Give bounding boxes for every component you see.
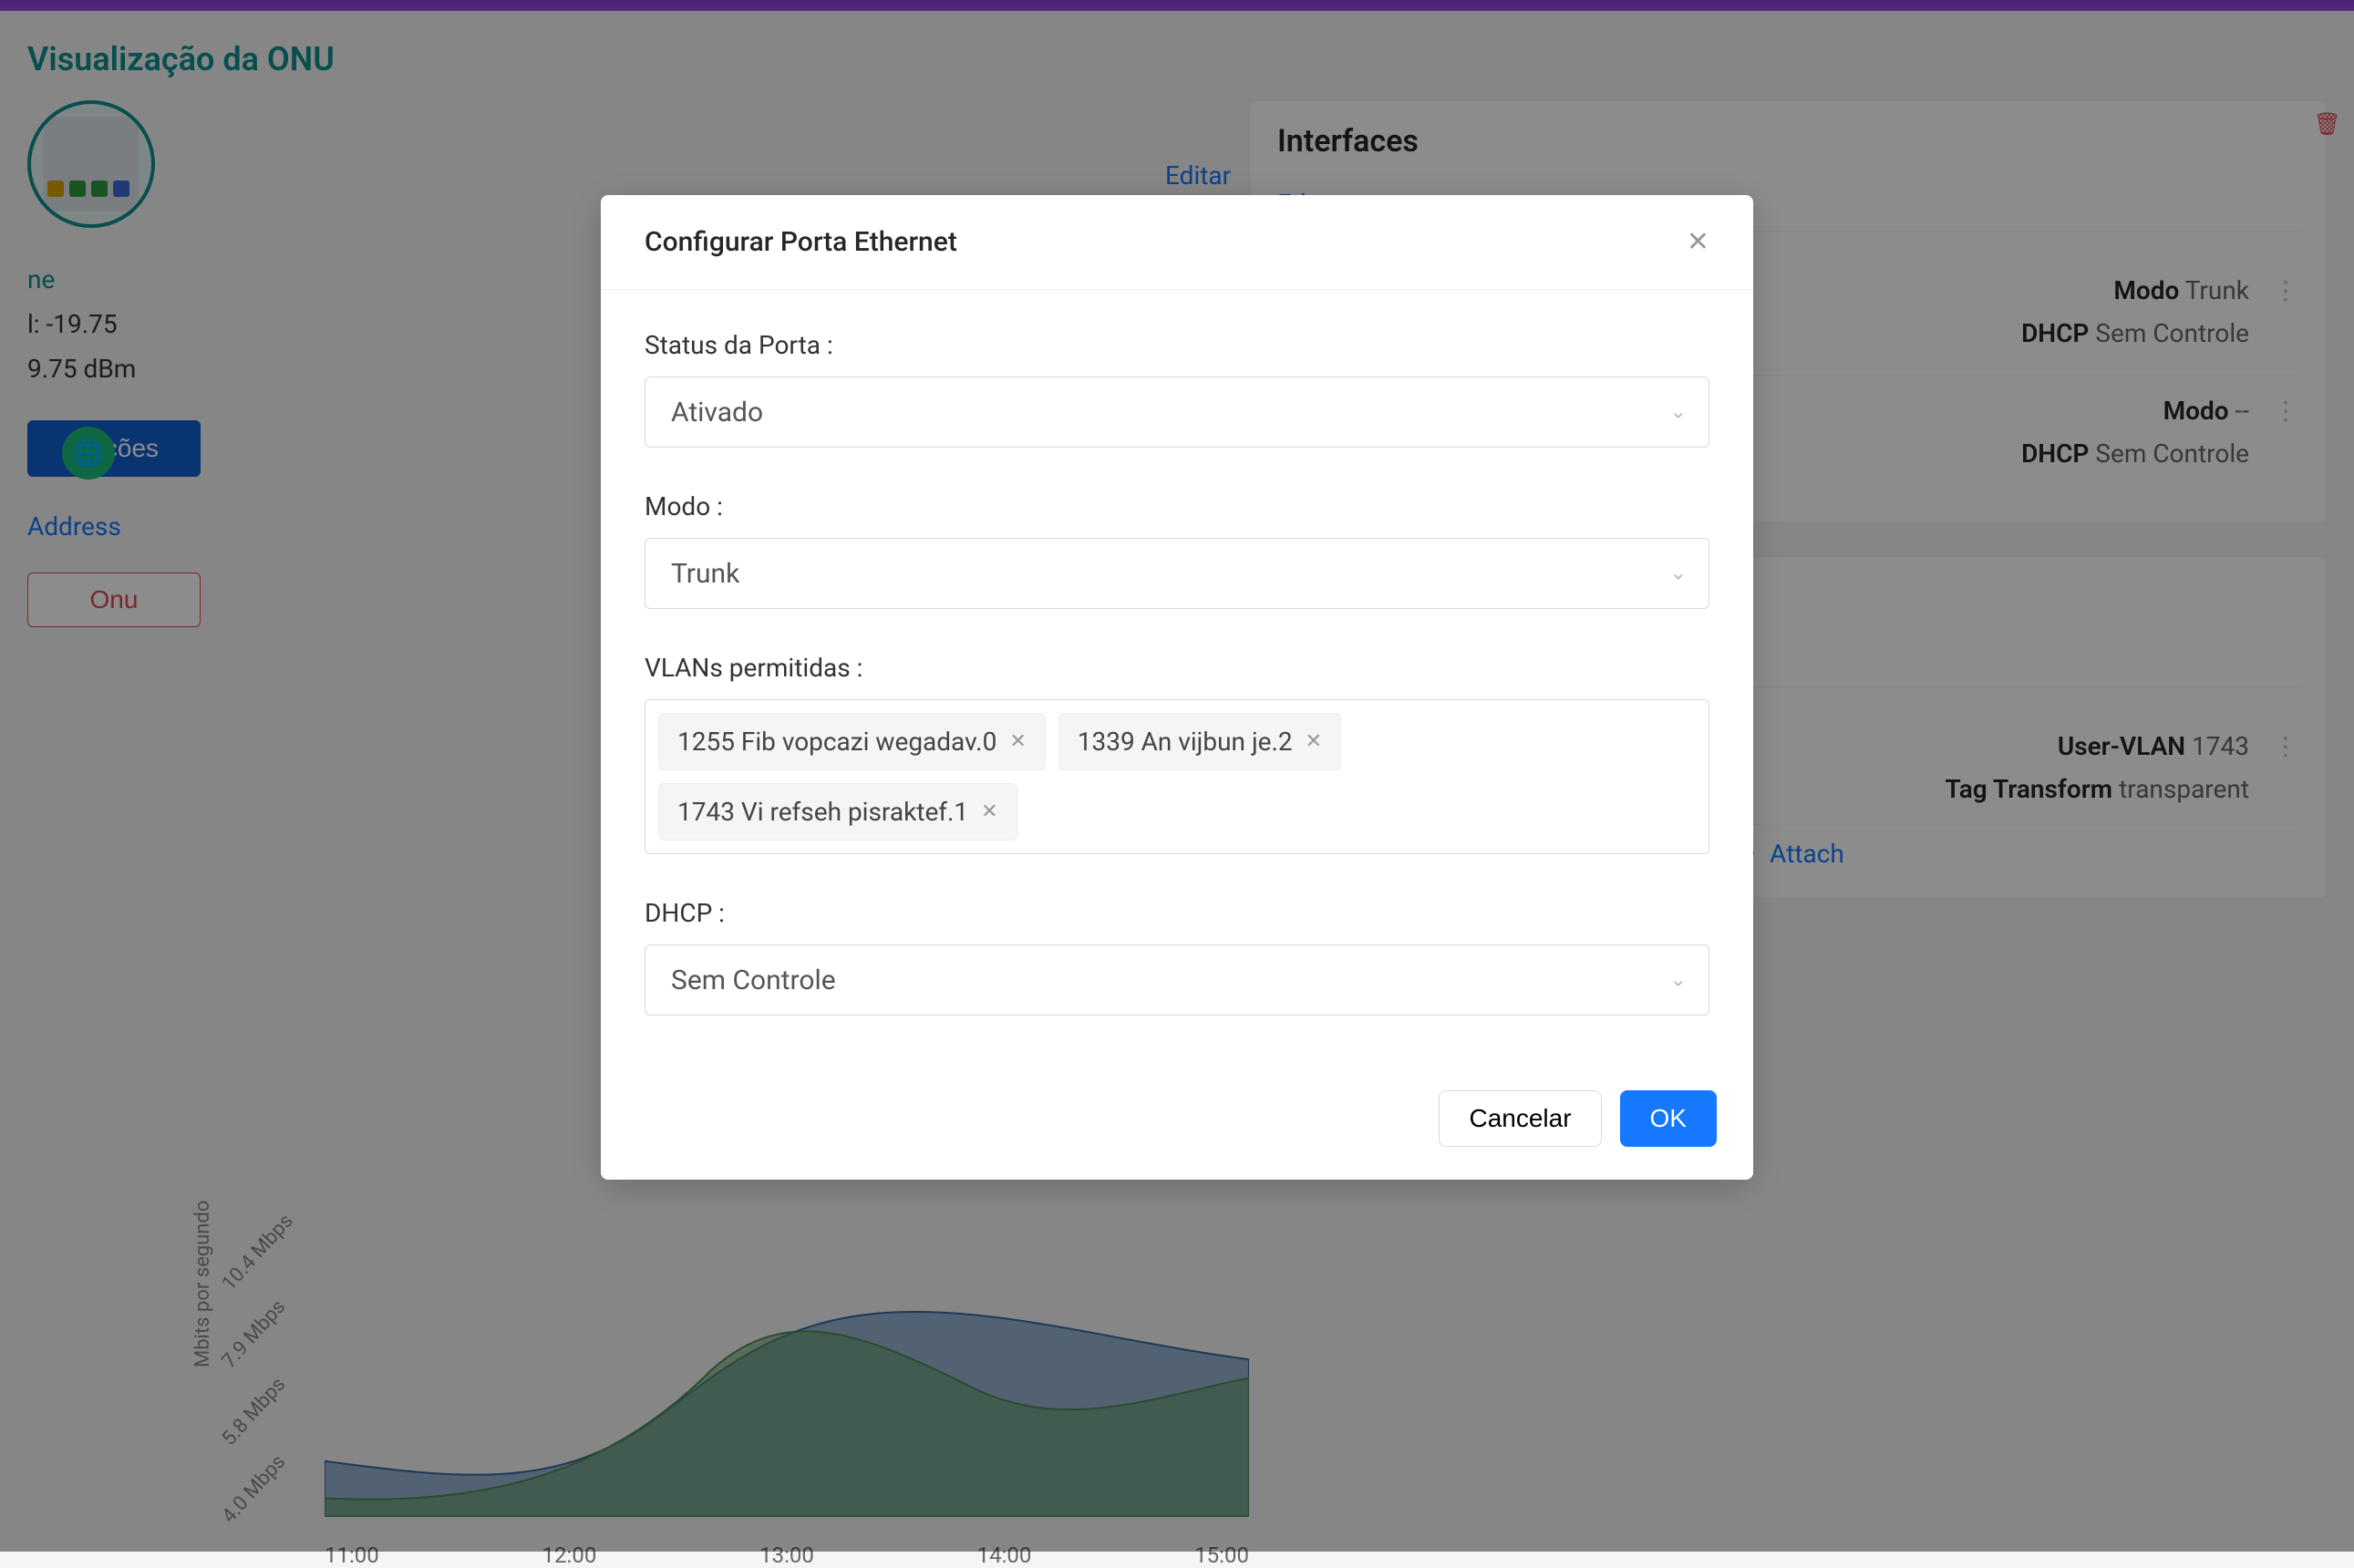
close-icon[interactable]: ✕: [1687, 229, 1709, 256]
chevron-down-icon: ⌄: [1670, 562, 1687, 585]
vlan-tag-label: 1339 An vijbun je.2: [1078, 727, 1293, 757]
vlan-tag: 1743 Vi refseh pisraktef.1 ✕: [658, 783, 1017, 841]
tag-remove-icon[interactable]: ✕: [1009, 730, 1026, 753]
vlan-tag-label: 1255 Fib vopcazi wegadav.0: [677, 727, 996, 757]
status-select[interactable]: Ativado ⌄: [645, 377, 1709, 448]
chevron-down-icon: ⌄: [1670, 969, 1687, 992]
mode-select-value: Trunk: [671, 558, 739, 590]
mode-field-label: Modo :: [645, 491, 1709, 521]
vlans-multiselect[interactable]: 1255 Fib vopcazi wegadav.0 ✕ 1339 An vij…: [645, 699, 1709, 854]
tag-remove-icon[interactable]: ✕: [981, 800, 997, 823]
modal-mask: Configurar Porta Ethernet ✕ Status da Po…: [0, 0, 2354, 1552]
dhcp-select[interactable]: Sem Controle ⌄: [645, 944, 1709, 1016]
status-field-label: Status da Porta :: [645, 330, 1709, 360]
status-select-value: Ativado: [671, 397, 763, 428]
dhcp-field-label: DHCP :: [645, 898, 1709, 928]
vlan-tag-label: 1743 Vi refseh pisraktef.1: [677, 797, 968, 827]
dhcp-select-value: Sem Controle: [671, 965, 836, 996]
mode-select[interactable]: Trunk ⌄: [645, 538, 1709, 609]
vlans-field-label: VLANs permitidas :: [645, 653, 1709, 683]
vlan-tag: 1255 Fib vopcazi wegadav.0 ✕: [658, 713, 1046, 770]
vlan-tag: 1339 An vijbun je.2 ✕: [1058, 713, 1341, 770]
cancel-button[interactable]: Cancelar: [1439, 1090, 1601, 1147]
ok-button[interactable]: OK: [1620, 1090, 1717, 1147]
configure-port-modal: Configurar Porta Ethernet ✕ Status da Po…: [601, 195, 1753, 1180]
modal-title: Configurar Porta Ethernet: [645, 226, 957, 258]
chevron-down-icon: ⌄: [1670, 401, 1687, 424]
tag-remove-icon[interactable]: ✕: [1306, 730, 1322, 753]
